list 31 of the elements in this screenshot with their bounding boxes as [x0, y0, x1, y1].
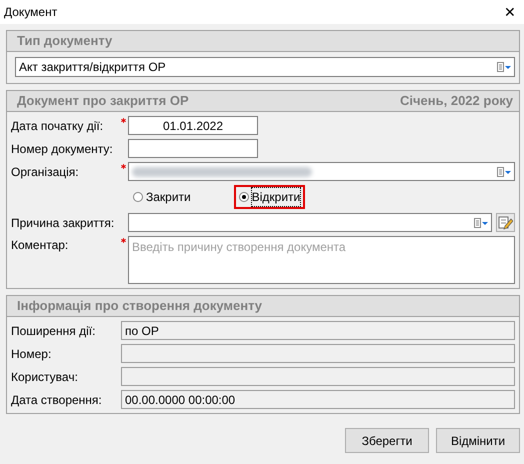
text-field[interactable]: 01.01.2022	[128, 116, 258, 135]
radio-option[interactable]: Закрити	[128, 185, 196, 209]
field-label: Дата початку дії:	[11, 118, 104, 134]
field-label: Номер:	[11, 346, 52, 362]
field-label: Організація:	[11, 164, 80, 180]
dialog-button[interactable]: Зберегти	[345, 428, 429, 453]
group-title: Документ про закриття ОР	[17, 92, 189, 110]
radio-option[interactable]: Відкрити	[234, 185, 306, 209]
dropdown-field[interactable]	[128, 213, 492, 232]
dropdown-icon[interactable]	[497, 166, 511, 178]
type-dropdown[interactable]: Акт закриття/відкриття ОР	[15, 57, 515, 77]
field-label: Номер документу:	[11, 140, 114, 158]
window-title: Документ	[4, 4, 58, 21]
field-label: Поширення дії:	[11, 322, 96, 340]
readonly-field: 00.00.0000 00:00:00	[121, 390, 515, 409]
edit-icon	[498, 215, 513, 230]
field-label: Користувач:	[11, 368, 79, 386]
dialog-button[interactable]: Відмінити	[436, 428, 520, 453]
group-title: Тип документу	[17, 32, 112, 50]
edit-button[interactable]	[496, 213, 515, 232]
dropdown-icon[interactable]	[497, 61, 511, 73]
field-label: Коментар:	[11, 237, 70, 254]
readonly-field: по ОР	[121, 321, 515, 340]
dropdown-field[interactable]	[128, 162, 515, 181]
period-label: Січень, 2022 року	[400, 92, 513, 110]
field-label: Дата створення:	[11, 392, 103, 408]
text-field[interactable]	[128, 139, 258, 158]
dropdown-icon[interactable]	[474, 216, 488, 228]
close-button[interactable]: ✕	[500, 5, 520, 19]
field-label: Причина закриття:	[11, 214, 116, 232]
group-title: Інформація про створення документу	[17, 297, 262, 316]
